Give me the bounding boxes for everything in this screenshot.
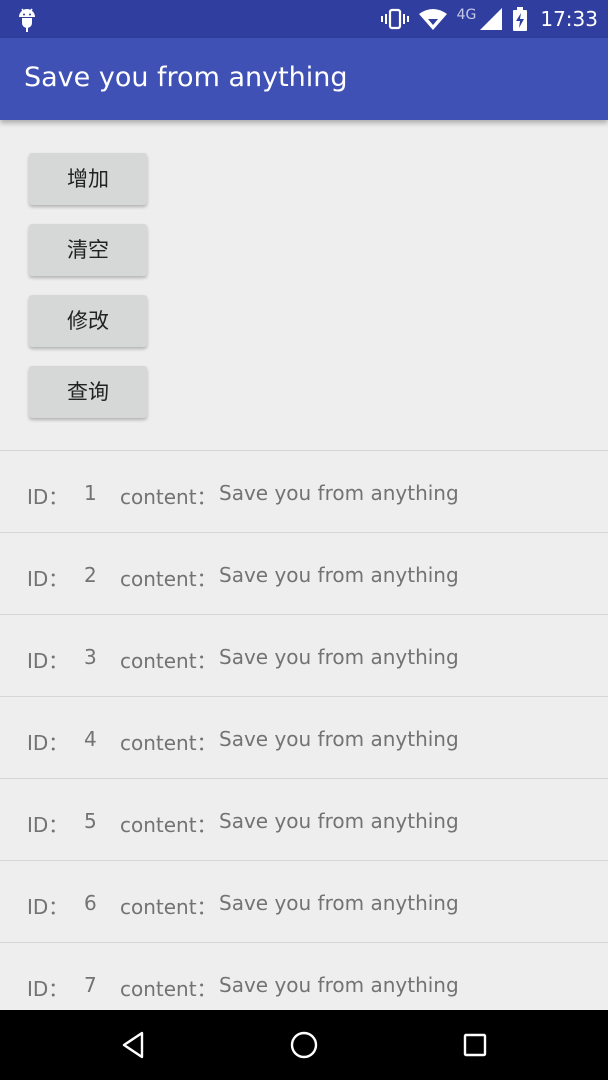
id-value: 1 [84, 481, 97, 505]
status-bar: 4G 17:33 [0, 0, 608, 38]
app-bar: Save you from anything [0, 38, 608, 120]
content-value: Save you from anything [219, 973, 459, 997]
id-label: ID： [27, 895, 69, 919]
id-label: ID： [27, 977, 69, 1001]
content-label: content： [120, 813, 217, 837]
android-debug-icon [16, 6, 38, 32]
content-label: content： [120, 485, 217, 509]
list-item[interactable]: ID： 6 content： Save you from anything [0, 861, 608, 943]
add-button[interactable]: 增加 [29, 153, 147, 205]
list-item[interactable]: ID： 1 content： Save you from anything [0, 451, 608, 533]
list-item[interactable]: ID： 5 content： Save you from anything [0, 779, 608, 861]
status-icons: 4G 17:33 [380, 0, 598, 38]
id-label: ID： [27, 649, 69, 673]
content-value: Save you from anything [219, 727, 459, 751]
content-value: Save you from anything [219, 563, 459, 587]
battery-charging-icon [512, 7, 528, 31]
id-value: 5 [84, 809, 97, 833]
id-label: ID： [27, 731, 69, 755]
list-item[interactable]: ID： 4 content： Save you from anything [0, 697, 608, 779]
id-value: 7 [84, 973, 97, 997]
list-item[interactable]: ID： 3 content： Save you from anything [0, 615, 608, 697]
list-item[interactable]: ID： 2 content： Save you from anything [0, 533, 608, 615]
navigation-bar [0, 1010, 608, 1080]
content-label: content： [120, 977, 217, 1001]
id-label: ID： [27, 485, 69, 509]
home-icon[interactable] [284, 1025, 324, 1065]
content-value: Save you from anything [219, 481, 459, 505]
recents-icon[interactable] [455, 1025, 495, 1065]
id-value: 3 [84, 645, 97, 669]
content-value: Save you from anything [219, 809, 459, 833]
signal-icon [480, 8, 503, 30]
id-label: ID： [27, 567, 69, 591]
content-label: content： [120, 731, 217, 755]
id-value: 6 [84, 891, 97, 915]
query-button[interactable]: 查询 [29, 366, 147, 418]
wifi-icon [418, 8, 447, 30]
record-list[interactable]: ID： 1 content： Save you from anything ID… [0, 450, 608, 1025]
network-type-label: 4G [456, 7, 477, 23]
button-group: 增加 清空 修改 查询 [29, 153, 149, 437]
back-icon[interactable] [114, 1025, 154, 1065]
id-value: 4 [84, 727, 97, 751]
content-value: Save you from anything [219, 645, 459, 669]
content-label: content： [120, 567, 217, 591]
content-label: content： [120, 649, 217, 673]
modify-button[interactable]: 修改 [29, 295, 147, 347]
clear-button[interactable]: 清空 [29, 224, 147, 276]
content-label: content： [120, 895, 217, 919]
content-value: Save you from anything [219, 891, 459, 915]
app-title: Save you from anything [24, 62, 348, 93]
status-time: 17:33 [540, 7, 598, 31]
id-value: 2 [84, 563, 97, 587]
id-label: ID： [27, 813, 69, 837]
vibrate-icon [380, 7, 409, 31]
